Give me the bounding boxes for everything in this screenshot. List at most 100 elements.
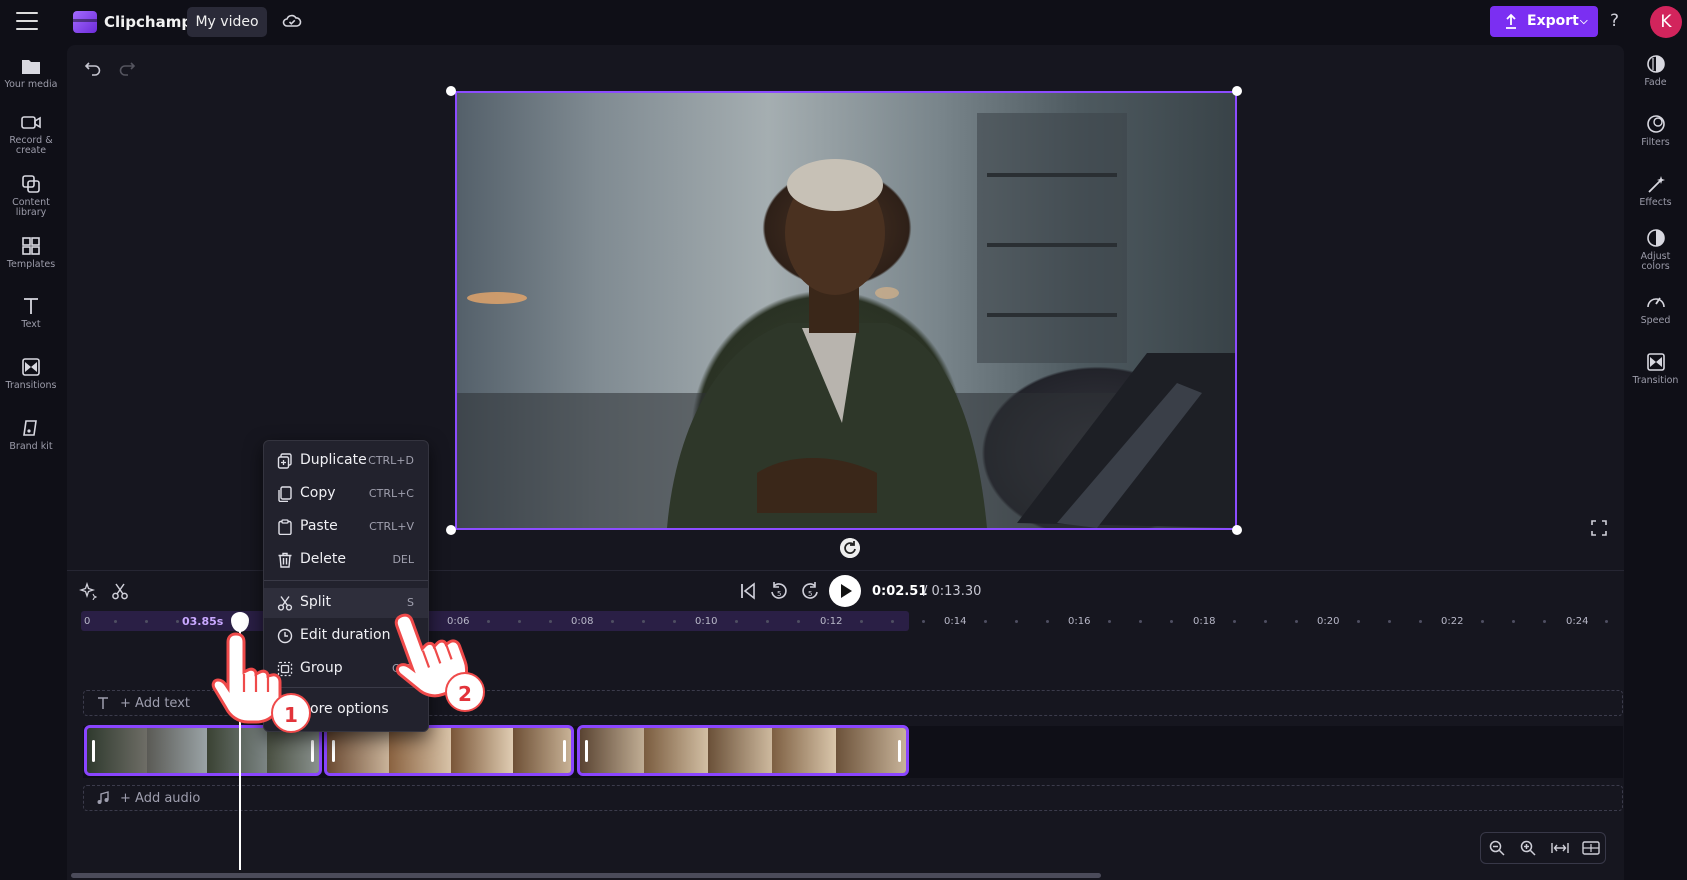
- rewind-5-icon[interactable]: 5: [768, 580, 790, 602]
- clip-trim-handle-right[interactable]: [563, 740, 566, 762]
- export-label: Export: [1527, 13, 1579, 29]
- expand-timeline-icon[interactable]: [1582, 840, 1600, 856]
- property-filters[interactable]: Filters: [1624, 114, 1687, 148]
- clip-thumbnail: [772, 728, 836, 773]
- skip-to-start-icon[interactable]: [738, 580, 758, 602]
- ruler-tick: 0:24: [1566, 616, 1589, 627]
- sidebar-item-label: Transitions: [5, 380, 57, 391]
- menu-item-duplicate[interactable]: Duplicate CTRL+D: [264, 446, 428, 476]
- sidebar-item-transitions[interactable]: Transitions: [0, 357, 62, 391]
- scissors-icon[interactable]: [111, 582, 129, 600]
- ruler-dot: [891, 620, 894, 623]
- ruler-dot: [145, 620, 148, 623]
- clip-thumbnail: [580, 728, 644, 773]
- brand-name: Clipchamp: [104, 13, 193, 31]
- playhead-time-label: 03.85s: [182, 615, 224, 628]
- ruler-dot: [1543, 620, 1546, 623]
- menu-item-paste[interactable]: Paste CTRL+V: [264, 512, 428, 542]
- ruler-tick: 0:20: [1317, 616, 1340, 627]
- step-badge-1: 1: [271, 693, 311, 733]
- duplicate-icon: [277, 453, 292, 469]
- property-label: Speed: [1640, 315, 1671, 326]
- current-time: 0:02.51: [872, 584, 928, 599]
- fullscreen-icon[interactable]: [1591, 520, 1607, 536]
- clip-thumbnail: [644, 728, 708, 773]
- property-label: Transition: [1632, 375, 1679, 386]
- avatar[interactable]: K: [1650, 6, 1682, 38]
- magic-wand-icon[interactable]: [79, 582, 97, 600]
- menu-item-delete[interactable]: Delete DEL: [264, 545, 428, 575]
- sidebar-item-templates[interactable]: Templates: [0, 236, 62, 270]
- ruler-dot: [1512, 620, 1515, 623]
- shortcut-label: CTRL+C: [368, 487, 414, 500]
- property-fade[interactable]: Fade: [1624, 54, 1687, 88]
- clip-thumbnail: [327, 728, 389, 773]
- copy-icon: [278, 486, 292, 502]
- clip-trim-handle-left[interactable]: [585, 740, 588, 762]
- ruler-tick: 0:10: [695, 616, 718, 627]
- audio-track[interactable]: + Add audio: [83, 785, 1623, 811]
- ruler-dot: [176, 620, 179, 623]
- ruler-dot: [1295, 620, 1298, 623]
- play-button[interactable]: [829, 575, 861, 607]
- ruler-tick: 0:08: [571, 616, 594, 627]
- shortcut-label: CTRL+D: [368, 454, 414, 467]
- menu-item-label: Split: [300, 594, 332, 610]
- ruler-dot: [1264, 620, 1267, 623]
- shortcut-label: CTRL+V: [369, 520, 414, 533]
- sidebar-item-content-library[interactable]: Content library: [0, 174, 62, 218]
- sidebar-item-your-media[interactable]: Your media: [0, 56, 62, 90]
- property-speed[interactable]: Speed: [1624, 292, 1687, 326]
- cloud-sync-icon[interactable]: [282, 12, 302, 30]
- resize-handle-top-left[interactable]: [446, 86, 456, 96]
- folder-icon: [22, 60, 40, 74]
- text-icon: [24, 298, 38, 314]
- menu-divider: [264, 580, 428, 581]
- clip-thumbnail: [389, 728, 451, 773]
- clip-trim-handle-right[interactable]: [311, 740, 314, 762]
- sidebar-item-text[interactable]: Text: [0, 296, 62, 330]
- menu-icon[interactable]: [16, 12, 38, 30]
- clip-trim-handle-left[interactable]: [92, 740, 95, 762]
- video-clip-3[interactable]: [577, 725, 909, 776]
- horizontal-scrollbar[interactable]: [71, 873, 1101, 878]
- property-effects[interactable]: Effects: [1624, 174, 1687, 208]
- fit-to-width-icon[interactable]: [1551, 840, 1569, 856]
- resize-handle-bottom-right[interactable]: [1232, 525, 1242, 535]
- property-label: Adjust colors: [1640, 251, 1671, 272]
- clip-thumbnail: [451, 728, 513, 773]
- project-title-tab[interactable]: My video: [187, 7, 267, 37]
- property-label: Effects: [1639, 197, 1672, 208]
- export-button[interactable]: Export ⌵: [1490, 6, 1598, 37]
- clip-thumbnail: [836, 728, 906, 773]
- sidebar-item-label: Templates: [6, 259, 56, 270]
- menu-item-label: Group: [300, 660, 343, 676]
- resize-handle-bottom-left[interactable]: [446, 525, 456, 535]
- menu-item-label: ore options: [310, 701, 389, 717]
- ruler-dot: [673, 620, 676, 623]
- clip-trim-handle-left[interactable]: [332, 740, 335, 762]
- resize-handle-top-right[interactable]: [1232, 86, 1242, 96]
- redo-icon[interactable]: [118, 58, 136, 76]
- ruler-dot: [1046, 620, 1049, 623]
- delete-icon: [278, 552, 292, 568]
- top-bar: Clipchamp My video Export ⌵ ? K: [0, 0, 1687, 44]
- zoom-in-icon[interactable]: [1520, 840, 1536, 856]
- clip-trim-handle-right[interactable]: [898, 740, 901, 762]
- sidebar-item-record-create[interactable]: Record & create: [0, 112, 62, 156]
- property-transition[interactable]: Transition: [1624, 352, 1687, 386]
- property-label: Filters: [1641, 137, 1670, 148]
- ruler-dot: [1481, 620, 1484, 623]
- help-icon[interactable]: ?: [1610, 11, 1619, 31]
- fade-icon: [1646, 55, 1665, 73]
- video-clip-2[interactable]: [324, 725, 574, 776]
- adjust-colors-icon: [1646, 229, 1665, 247]
- sidebar-item-brand-kit[interactable]: Brand kit: [0, 418, 62, 452]
- video-preview[interactable]: [455, 91, 1237, 530]
- rotate-icon[interactable]: [840, 538, 860, 558]
- forward-5-icon[interactable]: 5: [799, 580, 821, 602]
- zoom-out-icon[interactable]: [1489, 840, 1505, 856]
- undo-icon[interactable]: [84, 58, 102, 76]
- menu-item-copy[interactable]: Copy CTRL+C: [264, 479, 428, 509]
- property-adjust-colors[interactable]: Adjust colors: [1624, 228, 1687, 272]
